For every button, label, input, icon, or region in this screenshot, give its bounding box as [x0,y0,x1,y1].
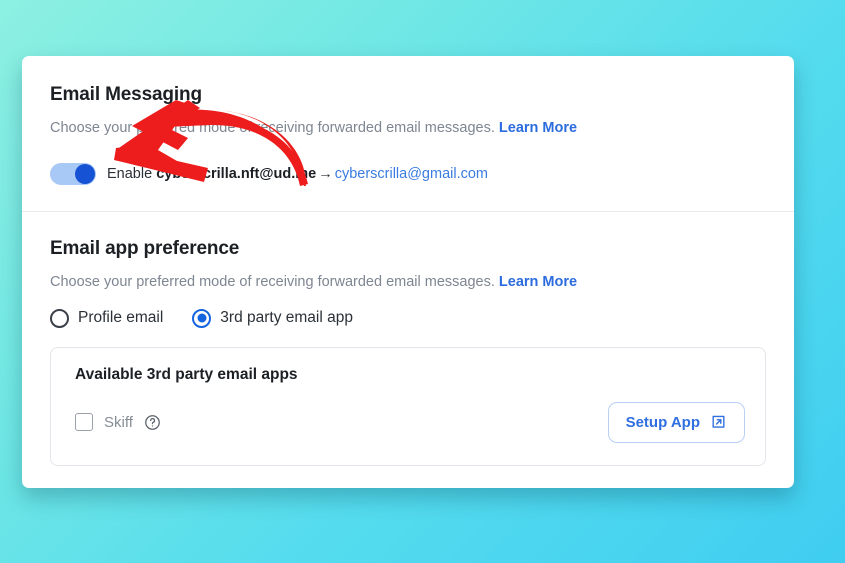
app-name-skiff: Skiff [104,413,133,431]
learn-more-link-preference[interactable]: Learn More [499,274,577,290]
radio-option-third-party-app[interactable]: 3rd party email app [192,308,353,328]
email-app-preference-radio-group: Profile email 3rd party email app [50,308,766,328]
email-messaging-section: Email Messaging Choose your preferred mo… [22,56,794,212]
destination-email-address[interactable]: cyberscrilla@gmail.com [335,166,488,182]
email-app-preference-description: Choose your preferred mode of receiving … [50,273,766,292]
setup-app-button[interactable]: Setup App [607,401,745,443]
radio-icon-profile-email [50,308,69,328]
toggle-knob [75,163,95,184]
setup-app-button-label: Setup App [625,413,700,431]
list-item: Skiff [75,413,161,432]
settings-card: Email Messaging Choose your preferred mo… [22,56,794,488]
email-app-preference-description-text: Choose your preferred mode of receiving … [50,273,495,290]
source-email-address: cyberscrilla.nft@ud.me [156,165,317,182]
enable-word: Enable [107,165,153,182]
available-apps-title: Available 3rd party email apps [75,365,298,383]
enable-toggle[interactable] [50,162,96,185]
app-list-row: Skiff Setup App [75,401,745,443]
radio-option-profile-email[interactable]: Profile email [50,308,164,328]
radio-label-profile-email: Profile email [78,309,164,327]
radio-label-third-party-app: 3rd party email app [220,309,353,327]
question-circle-icon[interactable] [144,414,161,431]
forward-arrow-icon: → [318,165,333,182]
enable-toggle-label: Enable cyberscrilla.nft@ud.me → cyberscril… [107,166,488,182]
radio-icon-third-party-app [192,308,212,328]
email-messaging-description: Choose your preferred mode of receiving … [50,119,766,138]
page-title: Email Messaging [50,84,202,105]
learn-more-link-messaging[interactable]: Learn More [499,120,577,136]
email-messaging-description-text: Choose your preferred mode of receiving … [50,120,495,136]
enable-forwarding-row: Enable cyberscrilla.nft@ud.me → cyberscril… [50,162,766,185]
external-link-icon [710,414,727,431]
checkbox-skiff[interactable] [75,413,93,432]
email-app-preference-title: Email app preference [50,237,240,259]
email-app-preference-section: Email app preference Choose your preferr… [22,212,794,466]
available-apps-panel: Available 3rd party email apps Skiff Set [50,346,766,466]
